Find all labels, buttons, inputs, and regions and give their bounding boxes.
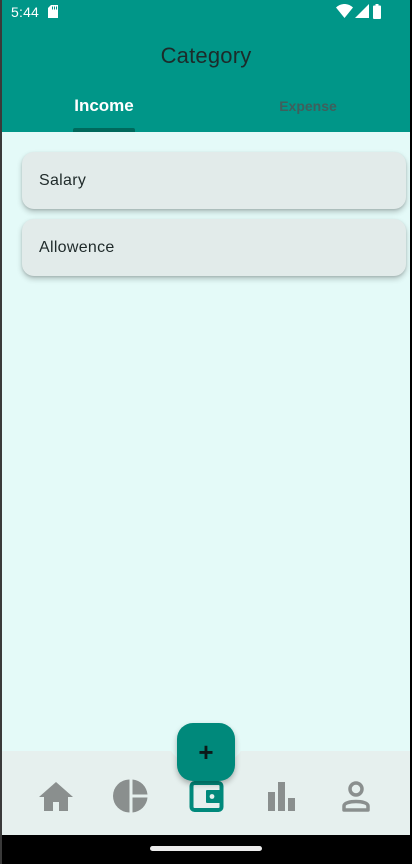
tab-income-label: Income (74, 96, 134, 115)
page-title: Category (160, 43, 252, 68)
signal-icon (355, 4, 369, 18)
app-bar: Category Income Expense (2, 24, 410, 132)
tab-income[interactable]: Income (2, 88, 206, 132)
battery-icon (373, 4, 381, 19)
nav-wallet[interactable] (186, 778, 226, 814)
nav-bar-chart[interactable] (261, 778, 301, 814)
nav-home[interactable] (36, 778, 76, 814)
category-label: Allowence (39, 239, 115, 256)
pie-chart-icon (113, 779, 148, 813)
status-time: 5:44 (11, 4, 40, 20)
add-category-button[interactable]: + (177, 723, 235, 781)
bar-chart-icon (268, 782, 295, 811)
nav-pie-chart[interactable] (111, 778, 151, 814)
status-bar: 5:44 (2, 0, 410, 24)
wallet-icon (189, 781, 224, 812)
home-icon (39, 782, 73, 811)
plus-icon: + (198, 737, 214, 767)
wifi-icon (336, 4, 353, 18)
category-label: Salary (39, 172, 87, 189)
category-item-salary[interactable]: Salary (22, 152, 406, 209)
gesture-navigation-bar[interactable] (150, 846, 262, 851)
sd-card-icon (48, 5, 58, 18)
app-screen: 5:44 Category Income Expense Salary Allo… (2, 0, 410, 835)
tab-indicator (73, 128, 135, 132)
tab-expense[interactable]: Expense (206, 88, 410, 132)
category-item-allowence[interactable]: Allowence (22, 219, 406, 276)
profile-icon (342, 781, 370, 812)
nav-profile[interactable] (336, 778, 376, 814)
tab-expense-label: Expense (279, 98, 337, 114)
